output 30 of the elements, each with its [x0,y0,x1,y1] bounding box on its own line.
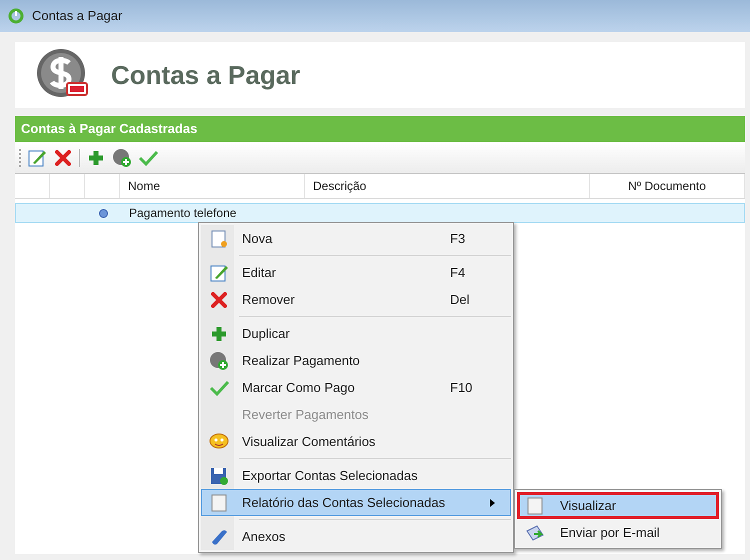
envelope-icon [525,522,545,542]
status-dot-icon [99,208,108,218]
menu-item[interactable]: Editar F4 [201,259,511,286]
menu-item[interactable]: Realizar Pagamento [201,347,511,374]
menu-item[interactable]: Anexos [201,523,511,550]
delete-icon[interactable] [53,148,73,168]
section-title: Contas à Pagar Cadastradas [21,120,198,138]
column-header[interactable]: Nome [120,174,305,198]
column-header[interactable]: Descrição [305,174,590,198]
menu-item[interactable]: Visualizar Comentários [201,428,511,455]
table-row[interactable]: Pagamento telefone [15,203,745,223]
menu-item[interactable]: Enviar por E-mail [517,519,719,546]
smiley-icon [208,432,228,452]
menu-item[interactable]: Marcar Como Pago F10 [201,374,511,401]
delete-icon [208,290,228,310]
new-document-icon [208,228,228,248]
menu-item[interactable]: Relatório das Contas Selecionadas [201,489,511,516]
menu-item[interactable]: Duplicar [201,320,511,347]
column-header[interactable]: Nº Documento [590,174,745,198]
menu-item[interactable]: Remover Del [201,286,511,313]
window-title: Contas a Pagar [32,7,122,26]
edit-icon[interactable] [27,148,47,168]
edit-icon [208,262,228,282]
menu-item[interactable]: Exportar Contas Selecionadas [201,462,511,489]
document-icon [525,496,545,516]
table-cell-text: Pagamento telefone [128,206,236,220]
document-icon [208,492,228,512]
menu-item[interactable]: Visualizar [517,492,719,519]
page-title: Contas a Pagar [111,58,300,92]
menu-item[interactable]: Nova F3 [201,225,511,252]
